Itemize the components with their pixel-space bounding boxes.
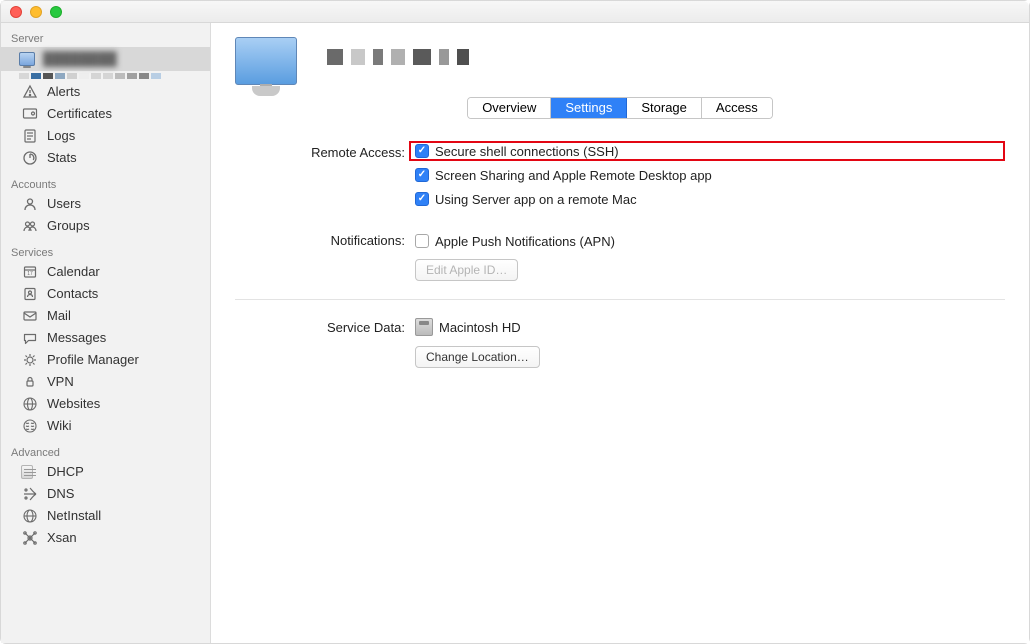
user-icon <box>21 195 39 213</box>
segmented-control: Overview Settings Storage Access <box>467 97 773 119</box>
sb-label: Groups <box>47 215 90 237</box>
sb-label: Xsan <box>47 527 77 549</box>
sb-label: Wiki <box>47 415 72 437</box>
disk-icon <box>415 318 433 336</box>
checkbox-remote-server-app[interactable] <box>415 192 429 206</box>
titlebar <box>1 1 1029 23</box>
sidebar-item-messages[interactable]: Messages <box>1 327 210 349</box>
sidebar-item-xsan[interactable]: Xsan <box>1 527 210 549</box>
sb-label: Calendar <box>47 261 100 283</box>
vpn-icon <box>21 373 39 391</box>
sidebar-item-vpn[interactable]: VPN <box>1 371 210 393</box>
sidebar-item-mail[interactable]: Mail <box>1 305 210 327</box>
sidebar-item-groups[interactable]: Groups <box>1 215 210 237</box>
contacts-icon <box>21 285 39 303</box>
group-icon <box>21 217 39 235</box>
sb-header-advanced: Advanced <box>1 441 210 461</box>
sidebar-item-netinstall[interactable]: NetInstall <box>1 505 210 527</box>
logs-icon <box>21 127 39 145</box>
sidebar-item-profile-manager[interactable]: Profile Manager <box>1 349 210 371</box>
sidebar-item-users[interactable]: Users <box>1 193 210 215</box>
sb-label: DHCP <box>47 461 84 483</box>
server-status-dots <box>19 73 202 77</box>
sb-header-server: Server <box>1 27 210 47</box>
alert-icon <box>21 83 39 101</box>
sb-header-services: Services <box>1 241 210 261</box>
label-remote-access: Remote Access: <box>235 143 415 160</box>
sidebar-item-wiki[interactable]: Wiki <box>1 415 210 437</box>
sidebar-item-calendar[interactable]: 17 Calendar <box>1 261 210 283</box>
sb-label: Messages <box>47 327 106 349</box>
edit-apple-id-button[interactable]: Edit Apple ID… <box>415 259 518 281</box>
label-notifications: Notifications: <box>235 231 415 248</box>
sidebar: Server ████████ Alerts Certificates Logs <box>1 1 211 643</box>
svg-text:17: 17 <box>27 271 33 277</box>
tab-settings[interactable]: Settings <box>551 98 627 118</box>
server-title-redacted <box>327 49 527 65</box>
close-window[interactable] <box>10 6 22 18</box>
tab-overview[interactable]: Overview <box>468 98 551 118</box>
disk-name: Macintosh HD <box>439 320 521 335</box>
calendar-icon: 17 <box>21 263 39 281</box>
minimize-window[interactable] <box>30 6 42 18</box>
dns-icon <box>21 485 39 503</box>
sidebar-item-dns[interactable]: DNS <box>1 483 210 505</box>
label-service-data: Service Data: <box>235 318 415 335</box>
sidebar-item-server[interactable]: ████████ <box>1 47 210 71</box>
xsan-icon <box>21 529 39 547</box>
sb-label: Users <box>47 193 81 215</box>
label-remote-server-app: Using Server app on a remote Mac <box>435 192 637 207</box>
profile-icon <box>21 351 39 369</box>
sb-label: Certificates <box>47 103 112 125</box>
sb-label: DNS <box>47 483 74 505</box>
highlight-ssh: Secure shell connections (SSH) <box>409 141 1005 161</box>
server-name-redacted: ████████ <box>43 48 117 70</box>
sb-label: Logs <box>47 125 75 147</box>
checkbox-screen-sharing[interactable] <box>415 168 429 182</box>
zoom-window[interactable] <box>50 6 62 18</box>
tab-storage[interactable]: Storage <box>627 98 702 118</box>
sb-label: Profile Manager <box>47 349 139 371</box>
certificate-icon <box>21 105 39 123</box>
sidebar-item-alerts[interactable]: Alerts <box>1 81 210 103</box>
checkbox-apn[interactable] <box>415 234 429 248</box>
sb-label: Contacts <box>47 283 98 305</box>
dhcp-icon <box>21 463 39 481</box>
sidebar-item-websites[interactable]: Websites <box>1 393 210 415</box>
separator <box>235 299 1005 300</box>
label-apn: Apple Push Notifications (APN) <box>435 234 615 249</box>
sb-label: Alerts <box>47 81 80 103</box>
checkbox-ssh[interactable] <box>415 144 429 158</box>
sidebar-item-contacts[interactable]: Contacts <box>1 283 210 305</box>
sidebar-item-stats[interactable]: Stats <box>1 147 210 169</box>
label-ssh: Secure shell connections (SSH) <box>435 144 619 159</box>
stats-icon <box>21 149 39 167</box>
imac-icon <box>19 52 35 66</box>
change-location-button[interactable]: Change Location… <box>415 346 540 368</box>
wiki-icon <box>21 417 39 435</box>
sidebar-item-dhcp[interactable]: DHCP <box>1 461 210 483</box>
sb-label: Mail <box>47 305 71 327</box>
sb-header-accounts: Accounts <box>1 173 210 193</box>
sb-label: Websites <box>47 393 100 415</box>
mail-icon <box>21 307 39 325</box>
globe-icon <box>21 395 39 413</box>
label-screen-sharing: Screen Sharing and Apple Remote Desktop … <box>435 168 712 183</box>
sidebar-item-logs[interactable]: Logs <box>1 125 210 147</box>
sidebar-item-certificates[interactable]: Certificates <box>1 103 210 125</box>
sb-label: VPN <box>47 371 74 393</box>
server-icon-large <box>235 37 297 85</box>
sb-label: Stats <box>47 147 77 169</box>
netinstall-icon <box>21 507 39 525</box>
messages-icon <box>21 329 39 347</box>
content-pane: Overview Settings Storage Access Remote … <box>211 1 1029 643</box>
tab-access[interactable]: Access <box>702 98 772 118</box>
sb-label: NetInstall <box>47 505 101 527</box>
